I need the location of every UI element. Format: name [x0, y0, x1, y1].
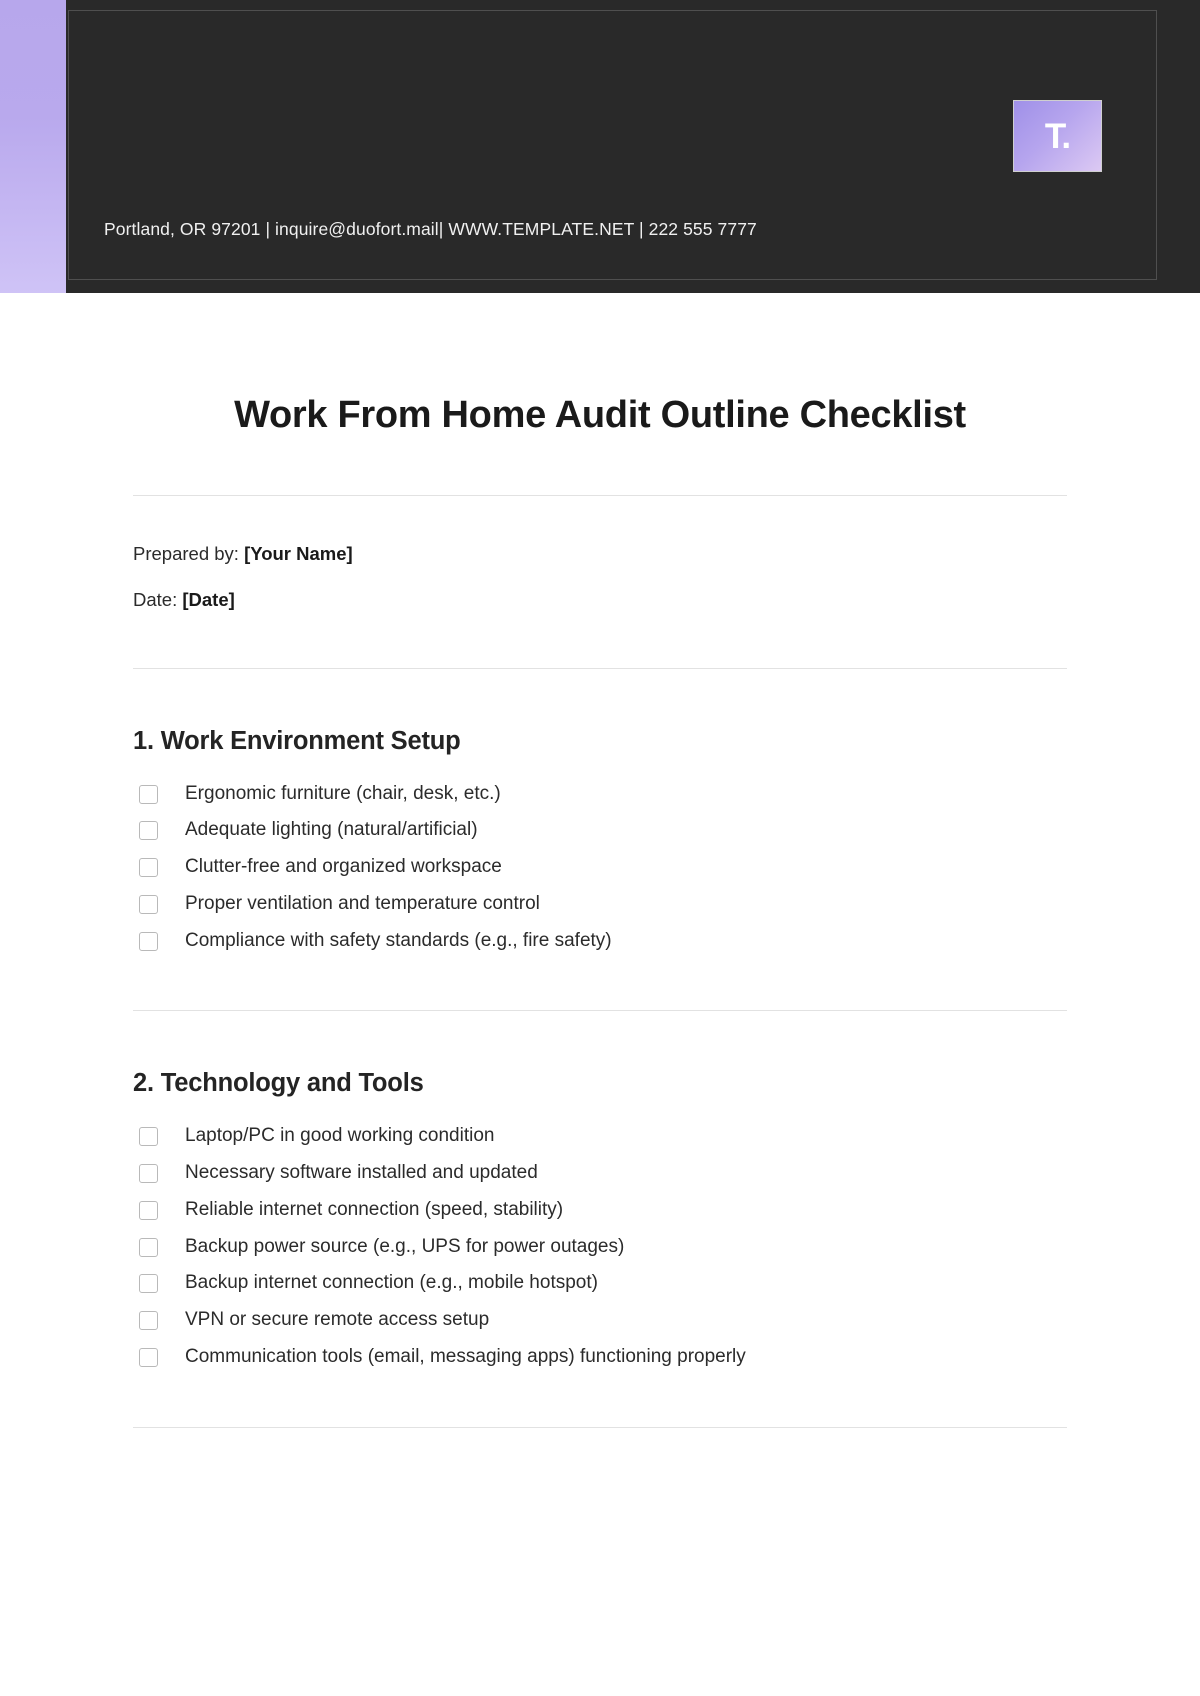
document-page: T. Portland, OR 97201 | inquire@duofort.…	[0, 0, 1200, 1696]
date-value[interactable]: [Date]	[182, 589, 234, 610]
checkbox-icon[interactable]	[139, 1347, 158, 1367]
checkbox-icon[interactable]	[139, 1200, 158, 1220]
list-item[interactable]: Adequate lighting (natural/artificial)	[133, 818, 1067, 842]
list-item-label: Backup power source (e.g., UPS for power…	[185, 1235, 625, 1257]
header-accent-bar	[0, 0, 66, 293]
section-work-environment-setup: 1. Work Environment Setup Ergonomic furn…	[133, 669, 1067, 953]
list-item[interactable]: Proper ventilation and temperature contr…	[133, 892, 1067, 916]
prepared-by-value[interactable]: [Your Name]	[244, 543, 353, 564]
list-item[interactable]: Laptop/PC in good working condition	[133, 1124, 1067, 1148]
page-title: Work From Home Audit Outline Checklist	[234, 394, 966, 436]
checklist: Ergonomic furniture (chair, desk, etc.) …	[133, 782, 1067, 953]
document-body: Work From Home Audit Outline Checklist P…	[0, 293, 1200, 1428]
list-item-label: Communication tools (email, messaging ap…	[185, 1345, 746, 1367]
list-item[interactable]: Reliable internet connection (speed, sta…	[133, 1198, 1067, 1222]
list-item-label: Ergonomic furniture (chair, desk, etc.)	[185, 782, 501, 804]
logo-letter: T.	[1044, 116, 1071, 156]
list-item[interactable]: Communication tools (email, messaging ap…	[133, 1345, 1067, 1369]
header-contact-line: Portland, OR 97201 | inquire@duofort.mai…	[104, 219, 757, 239]
list-item[interactable]: Ergonomic furniture (chair, desk, etc.)	[133, 782, 1067, 806]
document-meta: Prepared by: [Your Name] Date: [Date]	[133, 496, 1067, 612]
list-item[interactable]: Necessary software installed and updated	[133, 1161, 1067, 1185]
divider-under-section-2	[133, 1426, 1067, 1428]
list-item-label: Proper ventilation and temperature contr…	[185, 892, 540, 914]
list-item[interactable]: Backup power source (e.g., UPS for power…	[133, 1235, 1067, 1259]
list-item-label: VPN or secure remote access setup	[185, 1309, 490, 1331]
list-item-label: Backup internet connection (e.g., mobile…	[185, 1272, 598, 1294]
list-item-label: Compliance with safety standards (e.g., …	[185, 929, 612, 951]
checkbox-icon[interactable]	[139, 1274, 158, 1294]
checkbox-icon[interactable]	[139, 1164, 158, 1184]
checkbox-icon[interactable]	[139, 858, 158, 878]
list-item[interactable]: Backup internet connection (e.g., mobile…	[133, 1271, 1067, 1295]
checkbox-icon[interactable]	[139, 1311, 158, 1331]
list-item[interactable]: Compliance with safety standards (e.g., …	[133, 929, 1067, 953]
list-item-label: Laptop/PC in good working condition	[185, 1125, 495, 1147]
checkbox-icon[interactable]	[139, 894, 158, 914]
template-net-logo: T.	[1013, 100, 1102, 172]
checklist: Laptop/PC in good working condition Nece…	[133, 1124, 1067, 1368]
checkbox-icon[interactable]	[139, 784, 158, 804]
date-label: Date:	[133, 588, 178, 610]
list-item[interactable]: VPN or secure remote access setup	[133, 1308, 1067, 1332]
checkbox-icon[interactable]	[139, 1237, 158, 1257]
prepared-by-label: Prepared by:	[133, 542, 239, 564]
checkbox-icon[interactable]	[139, 931, 158, 951]
list-item-label: Necessary software installed and updated	[185, 1162, 538, 1184]
checkbox-icon[interactable]	[139, 1127, 158, 1147]
list-item[interactable]: Clutter-free and organized workspace	[133, 855, 1067, 879]
section-heading: 1. Work Environment Setup	[133, 726, 461, 755]
section-technology-and-tools: 2. Technology and Tools Laptop/PC in goo…	[133, 1011, 1067, 1368]
prepared-by-line: Prepared by: [Your Name]	[133, 542, 1067, 566]
date-line: Date: [Date]	[133, 588, 1067, 612]
document-header: T. Portland, OR 97201 | inquire@duofort.…	[0, 0, 1200, 293]
list-item-label: Clutter-free and organized workspace	[185, 856, 502, 878]
checkbox-icon[interactable]	[139, 821, 158, 841]
list-item-label: Adequate lighting (natural/artificial)	[185, 819, 478, 841]
list-item-label: Reliable internet connection (speed, sta…	[185, 1198, 564, 1220]
section-heading: 2. Technology and Tools	[133, 1069, 424, 1098]
